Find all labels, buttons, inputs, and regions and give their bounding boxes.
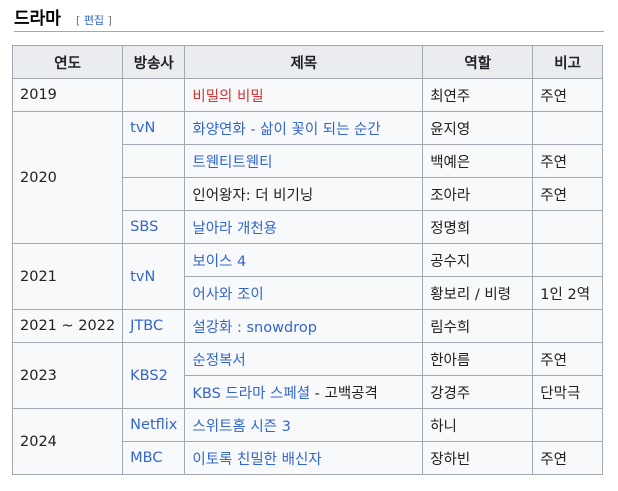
- title-cell: 트웬티트웬티: [184, 144, 424, 178]
- edit-bracket-close: ]: [107, 14, 112, 27]
- title-link[interactable]: 설강화 : snowdrop: [192, 320, 317, 336]
- title-cell: 어사와 조이: [184, 276, 424, 310]
- title-cell: KBS 드라마 스페셜 - 고백공격: [184, 375, 424, 409]
- broadcaster-cell: JTBC: [122, 309, 186, 343]
- table-row: 2024 Netflix 스위트홈 시즌 3 하니: [11, 408, 603, 475]
- title-cell: 설강화 : snowdrop: [184, 309, 424, 343]
- role-cell: 최연주: [422, 78, 534, 112]
- edit-bracket-open: [: [76, 14, 81, 27]
- header-year: 연도: [11, 45, 124, 79]
- title-cell: 화양연화 - 삶이 꽃이 되는 순간: [184, 111, 424, 145]
- title-cell: 인어왕자: 더 비기닝: [184, 177, 424, 211]
- section-heading: 드라마 [ 편집 ]: [14, 4, 112, 30]
- title-link[interactable]: 스위트홈 시즌 3: [192, 419, 290, 435]
- title-link[interactable]: 이토록 친밀한 배신자: [192, 452, 321, 468]
- table-row: 2021 tvN 보이스 4 공수지: [11, 243, 603, 310]
- broadcaster-link[interactable]: Netflix: [130, 417, 177, 433]
- table-row: 2023 KBS2 순정복서 한아름 주연: [11, 342, 603, 409]
- title-cell: 날아라 개천용: [184, 210, 424, 244]
- title-link[interactable]: 순정복서: [192, 353, 245, 369]
- title-link[interactable]: 보이스 4: [192, 254, 246, 270]
- year-cell: 2019: [11, 78, 124, 112]
- header-broadcaster: 방송사: [122, 45, 186, 79]
- heading-divider: [14, 31, 604, 32]
- title-cell: 스위트홈 시즌 3: [184, 408, 424, 442]
- note-cell: [532, 210, 603, 244]
- role-cell: 황보리 / 비령: [422, 276, 534, 310]
- year-cell: 2021 ~ 2022: [11, 309, 124, 343]
- broadcaster-cell: SBS: [122, 210, 186, 244]
- broadcaster-cell: [122, 78, 186, 112]
- note-cell: [532, 243, 603, 277]
- broadcaster-link[interactable]: tvN: [130, 269, 155, 285]
- header-note: 비고: [532, 45, 603, 79]
- title-separator: -: [310, 385, 325, 402]
- title-link[interactable]: 화양연화 - 삶이 꽃이 되는 순간: [192, 122, 380, 138]
- role-cell: 림수희: [422, 309, 534, 343]
- year-cell: 2020: [11, 111, 124, 244]
- broadcaster-link[interactable]: SBS: [130, 219, 158, 235]
- role-cell: 한아름: [422, 342, 534, 376]
- broadcaster-cell: [122, 177, 186, 211]
- year-cell: 2021: [11, 243, 124, 310]
- header-row: 연도 방송사 제목 역할 비고: [11, 45, 603, 79]
- title-cell: 이토록 친밀한 배신자: [184, 441, 424, 475]
- note-cell: [532, 111, 603, 145]
- broadcaster-cell: tvN: [122, 243, 186, 310]
- broadcaster-cell: KBS2: [122, 342, 186, 409]
- title-redlink[interactable]: 비밀의 비밀: [192, 89, 263, 105]
- note-cell: 주연: [532, 78, 603, 112]
- note-cell: 주연: [532, 441, 603, 475]
- title-link[interactable]: KBS 드라마 스페셜: [192, 386, 310, 402]
- note-cell: 주연: [532, 177, 603, 211]
- table-row: 2019 비밀의 비밀 최연주 주연: [11, 78, 603, 112]
- edit-link[interactable]: 편집: [84, 14, 104, 27]
- role-cell: 정명희: [422, 210, 534, 244]
- title-link[interactable]: 어사와 조이: [192, 287, 263, 303]
- title-cell: 순정복서: [184, 342, 424, 376]
- broadcaster-cell: [122, 144, 186, 178]
- header-title: 제목: [184, 45, 424, 79]
- table-row: 2021 ~ 2022 JTBC 설강화 : snowdrop 림수희: [11, 309, 603, 343]
- year-cell: 2023: [11, 342, 124, 409]
- header-role: 역할: [422, 45, 534, 79]
- title-link[interactable]: 트웬티트웬티: [192, 155, 272, 171]
- role-cell: 백예은: [422, 144, 534, 178]
- broadcaster-cell: MBC: [122, 441, 186, 475]
- section-title: 드라마: [14, 9, 61, 29]
- broadcaster-link[interactable]: JTBC: [130, 318, 163, 334]
- broadcaster-cell: Netflix: [122, 408, 186, 442]
- year-cell: 2024: [11, 408, 124, 475]
- edit-section: [ 편집 ]: [76, 14, 112, 27]
- note-cell: 주연: [532, 342, 603, 376]
- role-cell: 윤지영: [422, 111, 534, 145]
- broadcaster-link[interactable]: KBS2: [130, 368, 168, 384]
- role-cell: 공수지: [422, 243, 534, 277]
- table-row: 2020 tvN 화양연화 - 삶이 꽃이 되는 순간 윤지영: [11, 111, 603, 244]
- role-cell: 조아라: [422, 177, 534, 211]
- drama-table: 연도 방송사 제목 역할 비고 2019 비밀의 비밀 최연주 주연 2020 …: [11, 45, 603, 475]
- title-episode: 고백공격: [324, 385, 378, 402]
- role-cell: 강경주: [422, 375, 534, 409]
- note-cell: 단막극: [532, 375, 603, 409]
- broadcaster-link[interactable]: MBC: [130, 450, 162, 466]
- broadcaster-link[interactable]: tvN: [130, 120, 155, 136]
- title-link[interactable]: 날아라 개천용: [192, 221, 277, 237]
- title-cell: 보이스 4: [184, 243, 424, 277]
- note-cell: 주연: [532, 144, 603, 178]
- title-cell: 비밀의 비밀: [184, 78, 424, 112]
- note-cell: 1인 2역: [532, 276, 603, 310]
- note-cell: [532, 408, 603, 442]
- role-cell: 하니: [422, 408, 534, 442]
- role-cell: 장하빈: [422, 441, 534, 475]
- broadcaster-cell: tvN: [122, 111, 186, 145]
- note-cell: [532, 309, 603, 343]
